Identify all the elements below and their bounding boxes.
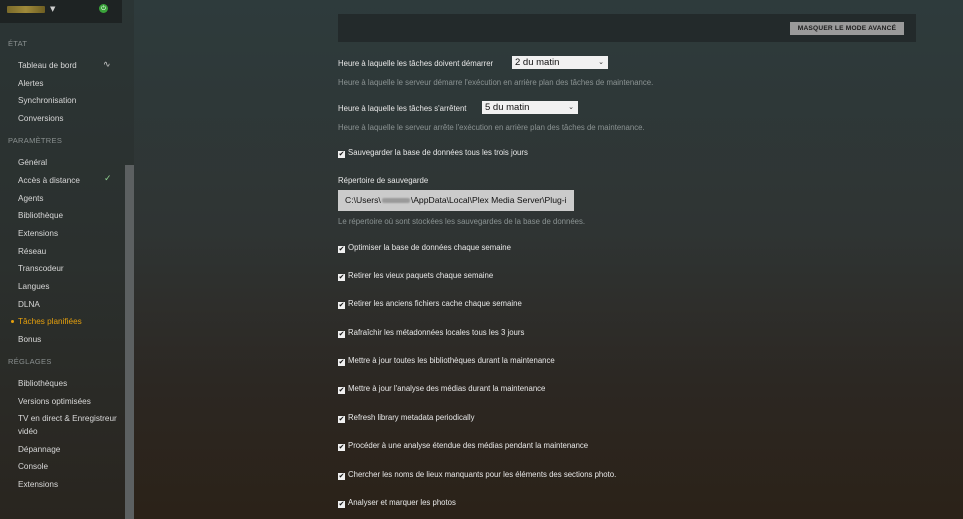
chevron-down-icon: ⌄ xyxy=(598,59,604,66)
chevron-down-icon[interactable]: ▼ xyxy=(50,5,55,13)
sidebar-item-remote-access[interactable]: Accès à distance xyxy=(18,176,80,185)
stop-time-select[interactable]: 5 du matin ⌄ xyxy=(482,101,578,114)
checkbox-checked-icon[interactable]: ✔ xyxy=(338,444,345,451)
sidebar-item-libraries[interactable]: Bibliothèques xyxy=(18,379,67,388)
sidebar-item-alerts[interactable]: Alertes xyxy=(18,79,43,88)
sidebar-item-extras[interactable]: Bonus xyxy=(18,335,41,344)
checkbox-checked-icon[interactable]: ✔ xyxy=(338,246,345,253)
backup-db-row[interactable]: ✔ Sauvegarder la base de données tous les… xyxy=(338,148,528,158)
section-parametres: PARAMÈTRES xyxy=(8,136,63,145)
start-time-label: Heure à laquelle les tâches doivent déma… xyxy=(338,59,494,68)
task-label: Chercher les noms de lieux manquants pou… xyxy=(348,470,617,479)
sidebar-item-general[interactable]: Général xyxy=(18,158,47,167)
task-row[interactable]: ✔ Mettre à jour l'analyse des médias dura… xyxy=(338,384,545,394)
check-icon: ✓ xyxy=(104,174,112,184)
sidebar-item-scheduled-tasks[interactable]: Tâches planifiées xyxy=(18,317,82,326)
task-row[interactable]: ✔ Retirer les anciens fichiers cache chaq… xyxy=(338,299,522,309)
task-row[interactable]: ✔ Optimiser la base de données chaque sem… xyxy=(338,243,511,253)
active-bullet xyxy=(11,320,14,323)
task-row[interactable]: ✔ Mettre à jour toutes les bibliothèques … xyxy=(338,356,555,366)
task-label: Procéder à une analyse étendue des média… xyxy=(348,441,589,450)
task-label: Retirer les vieux paquets chaque semaine xyxy=(348,271,494,280)
task-label: Analyser et marquer les photos xyxy=(348,498,456,507)
sidebar-item-dashboard[interactable]: Tableau de bord xyxy=(18,61,77,70)
task-label: Retirer les anciens fichiers cache chaqu… xyxy=(348,299,522,308)
start-time-select[interactable]: 2 du matin ⌄ xyxy=(512,56,608,69)
hide-advanced-button[interactable]: MASQUER LE MODE AVANCÉ xyxy=(790,22,904,35)
backup-dir-label: Répertoire de sauvegarde xyxy=(338,176,429,185)
sidebar-item-languages[interactable]: Langues xyxy=(18,282,49,291)
checkbox-checked-icon[interactable]: ✔ xyxy=(338,359,345,366)
checkbox-checked-icon[interactable]: ✔ xyxy=(338,331,345,338)
backup-dir-prefix: C:\Users\ xyxy=(345,195,381,205)
chevron-down-icon: ⌄ xyxy=(568,104,574,111)
checkbox-checked-icon[interactable]: ✔ xyxy=(338,274,345,281)
sidebar-item-agents[interactable]: Agents xyxy=(18,194,44,203)
activity-icon: ∿ xyxy=(103,60,111,70)
power-icon: ⏻ xyxy=(99,4,108,13)
task-label: Mettre à jour toutes les bibliothèques d… xyxy=(348,356,555,365)
sidebar-item-extensions[interactable]: Extensions xyxy=(18,229,58,238)
sidebar-item-transcoder[interactable]: Transcodeur xyxy=(18,264,64,273)
task-label: Rafraîchir les métadonnées locales tous … xyxy=(348,328,525,337)
stop-time-help: Heure à laquelle le serveur arrête l'exé… xyxy=(338,123,645,132)
section-reglages: RÉGLAGES xyxy=(8,357,52,366)
redacted-username xyxy=(381,198,410,204)
sidebar-item-troubleshooting[interactable]: Dépannage xyxy=(18,445,60,454)
backup-dir-input[interactable]: C:\Users\ \AppData\Local\Plex Media Serve… xyxy=(338,190,574,211)
backup-dir-suffix: \AppData\Local\Plex Media Server\Plug-i xyxy=(410,195,567,205)
sidebar-item-library[interactable]: Bibliothèque xyxy=(18,211,63,220)
server-name-redacted xyxy=(7,6,45,13)
server-selector[interactable]: ▼ ⏻ xyxy=(0,0,122,23)
sidebar-item-plugins[interactable]: Extensions xyxy=(18,480,58,489)
stop-time-label: Heure à laquelle les tâches s'arrêtent xyxy=(338,104,467,113)
task-row[interactable]: ✔ Rafraîchir les métadonnées locales tous… xyxy=(338,328,524,338)
start-time-help: Heure à laquelle le serveur démarre l'ex… xyxy=(338,78,654,87)
task-row[interactable]: ✔ Chercher les noms de lieux manquants po… xyxy=(338,470,616,480)
task-label: Mettre à jour l'analyse des médias duran… xyxy=(348,384,546,393)
sidebar-item-network[interactable]: Réseau xyxy=(18,247,46,256)
sidebar-item-dlna[interactable]: DLNA xyxy=(18,300,40,309)
start-time-value: 2 du matin xyxy=(515,57,560,68)
section-etat: ÉTAT xyxy=(8,39,28,48)
sidebar-scrollbar[interactable] xyxy=(125,165,134,519)
sidebar-item-live-tv-dvr-line2[interactable]: vidéo xyxy=(18,427,38,436)
backup-db-label: Sauvegarder la base de données tous les … xyxy=(348,148,528,157)
sidebar-item-conversions[interactable]: Conversions xyxy=(18,114,64,123)
checkbox-checked-icon[interactable]: ✔ xyxy=(338,387,345,394)
sidebar: ▼ ⏻ ÉTAT Tableau de bord ∿ Alertes Synch… xyxy=(0,0,134,519)
checkbox-checked-icon[interactable]: ✔ xyxy=(338,501,345,508)
checkbox-checked-icon[interactable]: ✔ xyxy=(338,151,345,158)
task-row[interactable]: ✔ Analyser et marquer les photos xyxy=(338,498,456,508)
stop-time-value: 5 du matin xyxy=(485,102,530,113)
task-row[interactable]: ✔ Procéder à une analyse étendue des médi… xyxy=(338,441,588,451)
task-row[interactable]: ✔ Refresh library metadata periodically xyxy=(338,413,475,423)
sidebar-item-console[interactable]: Console xyxy=(18,462,48,471)
checkbox-checked-icon[interactable]: ✔ xyxy=(338,302,345,309)
sidebar-item-sync[interactable]: Synchronisation xyxy=(18,96,76,105)
task-row[interactable]: ✔ Retirer les vieux paquets chaque semain… xyxy=(338,271,493,281)
task-label: Optimiser la base de données chaque sema… xyxy=(348,243,511,252)
checkbox-checked-icon[interactable]: ✔ xyxy=(338,473,345,480)
checkbox-checked-icon[interactable]: ✔ xyxy=(338,416,345,423)
sidebar-item-live-tv-dvr[interactable]: TV en direct & Enregistreur xyxy=(18,414,117,423)
sidebar-item-optimized-versions[interactable]: Versions optimisées xyxy=(18,397,91,406)
task-label: Refresh library metadata periodically xyxy=(348,413,475,422)
backup-dir-help: Le répertoire où sont stockées les sauve… xyxy=(338,217,586,226)
